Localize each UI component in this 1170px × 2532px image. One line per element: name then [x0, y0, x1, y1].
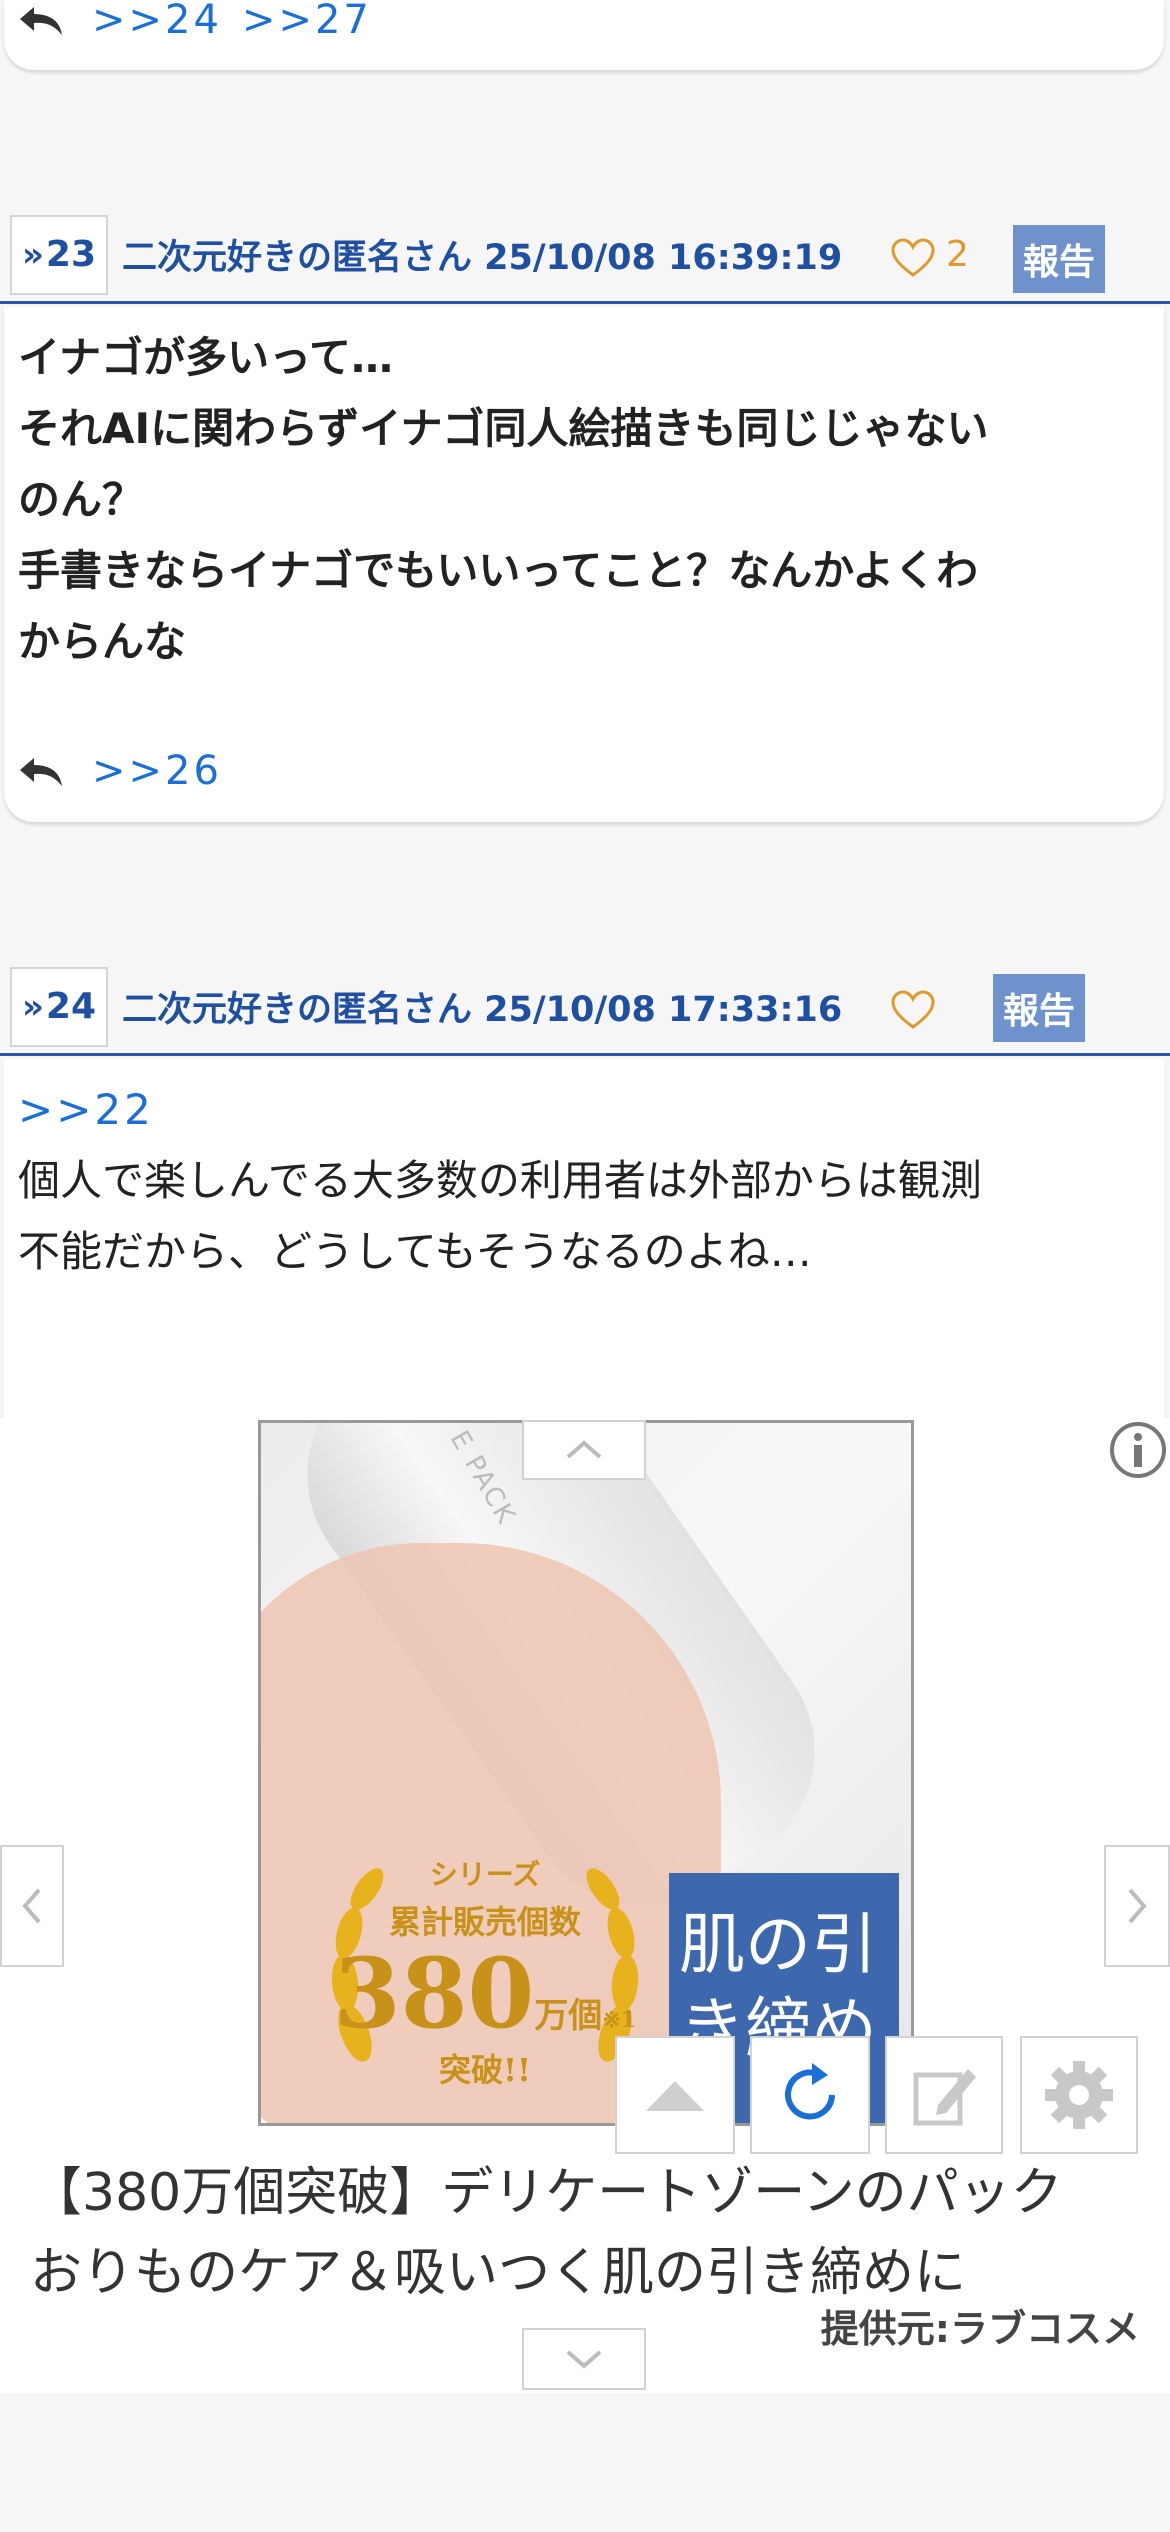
- heart-icon[interactable]: [890, 989, 936, 1031]
- post-line: からんな: [18, 617, 187, 666]
- post-body: >>22 個人で楽しんでる大多数の利用者は外部からは観測 不能だから、どうしても…: [18, 1074, 1148, 1287]
- post-line: 個人で楽しんでる大多数の利用者は外部からは観測: [18, 1156, 982, 1205]
- refresh-button[interactable]: [750, 2036, 870, 2154]
- post-header: » 24 二次元好きの匿名さん 25/10/08 17:33:16 報告: [0, 960, 1170, 1056]
- post-line: イナゴが多いって…: [18, 333, 394, 382]
- post-line: のん？: [18, 475, 145, 524]
- reply-row: >>26: [18, 748, 222, 794]
- poster-info: 二次元好きの匿名さん 25/10/08 17:33:16: [122, 990, 843, 1030]
- post-anchor-link[interactable]: >>22: [18, 1074, 1148, 1145]
- ad-provider: 提供元:ラブコスメ: [820, 2307, 1140, 2351]
- ad-scroll-down-button[interactable]: [522, 2328, 646, 2390]
- double-chevron-icon: »: [21, 234, 44, 275]
- sales-badge: シリーズ 累計販売個数 380万個※1 突破!!: [315, 1853, 655, 2091]
- settings-button[interactable]: [1020, 2036, 1138, 2154]
- post-number-button[interactable]: » 23: [10, 214, 108, 295]
- report-button[interactable]: 報告: [993, 974, 1085, 1042]
- chevron-up-icon: [566, 1440, 602, 1459]
- refresh-icon: [785, 2063, 835, 2120]
- badge-note: ※1: [602, 2007, 637, 2033]
- ad-headline[interactable]: 【380万個突破】デリケートゾーンのパック: [30, 2150, 1150, 2225]
- heart-icon[interactable]: [890, 237, 936, 279]
- post-line: それAIに関わらずイナゴ同人絵描きも同じじゃない: [18, 404, 989, 453]
- advertisement: E PACK シリーズ 累計販売個数 380万個※1 突破!! 肌の引 き締め: [0, 1418, 1170, 2393]
- post-number: 23: [45, 234, 97, 275]
- edit-button[interactable]: [885, 2036, 1003, 2154]
- post-body: イナゴが多いって… それAIに関わらずイナゴ同人絵描きも同じじゃない のん？ 手…: [18, 322, 1148, 677]
- chevron-left-icon: [22, 1888, 41, 1924]
- reply-icon[interactable]: [18, 754, 64, 788]
- scroll-top-button[interactable]: [615, 2036, 735, 2154]
- chevron-right-icon: [1128, 1888, 1147, 1924]
- ad-prev-button[interactable]: [0, 1845, 64, 1967]
- ad-scroll-up-button[interactable]: [522, 1420, 646, 1480]
- edit-icon: [913, 2069, 976, 2126]
- double-chevron-icon: »: [21, 986, 44, 1027]
- chevron-down-icon: [566, 2350, 602, 2369]
- ad-next-button[interactable]: [1104, 1845, 1170, 1967]
- badge-line: シリーズ: [429, 1858, 541, 1891]
- post-number: 24: [45, 986, 97, 1027]
- badge-unit: 万個: [534, 1996, 603, 2036]
- report-button[interactable]: 報告: [1013, 225, 1105, 293]
- reply-icon[interactable]: [18, 3, 64, 37]
- info-icon[interactable]: [1108, 1420, 1168, 1480]
- ad-image[interactable]: E PACK シリーズ 累計販売個数 380万個※1 突破!! 肌の引 き締め: [258, 1420, 914, 2126]
- ad-tag-line: 肌の引: [679, 1906, 877, 1983]
- anchor-link[interactable]: >>24: [92, 0, 222, 43]
- poster-info: 二次元好きの匿名さん 25/10/08 16:39:19: [122, 238, 843, 278]
- post-line: 手書きならイナゴでもいいってこと？なんかよくわ: [18, 546, 979, 595]
- post-number-button[interactable]: » 24: [10, 966, 108, 1047]
- like-count: 2: [946, 234, 969, 275]
- post-line: 不能だから、どうしてもそうなるのよね…: [18, 1227, 812, 1276]
- anchor-link[interactable]: >>27: [242, 0, 372, 43]
- gear-icon: [1045, 2061, 1113, 2129]
- triangle-up-icon: [646, 2081, 704, 2111]
- badge-number: 380: [333, 1937, 535, 2050]
- badge-line: 突破!!: [438, 2051, 532, 2089]
- ad-headline[interactable]: おりものケア＆吸いつく肌の引き締めに: [30, 2230, 1150, 2305]
- previous-reply-row: >>24 >>27: [18, 0, 372, 43]
- reply-anchor-link[interactable]: >>26: [92, 748, 222, 794]
- post-header: » 23 二次元好きの匿名さん 25/10/08 16:39:19 2 報告: [0, 208, 1170, 304]
